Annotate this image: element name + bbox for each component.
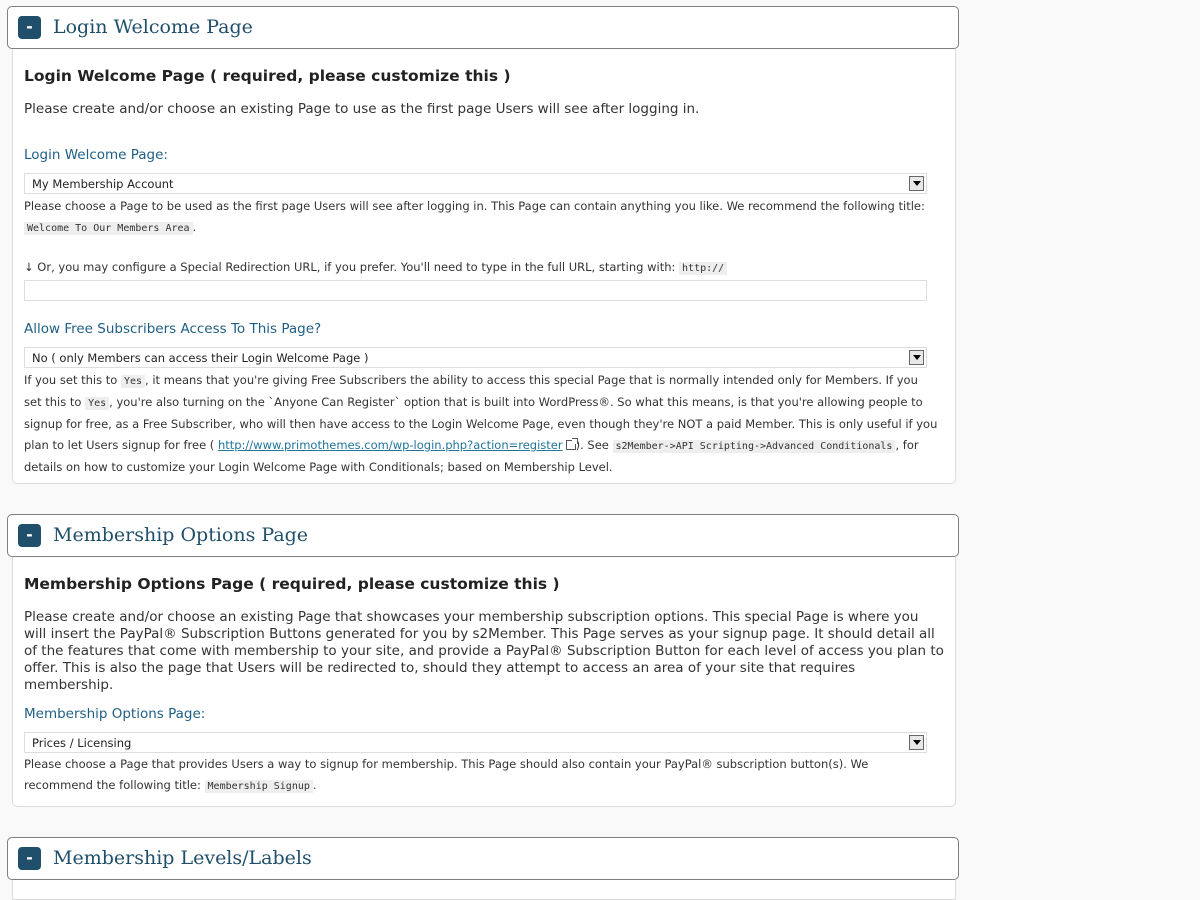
membership-options-panel: Membership Options Page ( required, plea… bbox=[12, 557, 956, 807]
free-subscribers-description: If you set this to Yes, it means that yo… bbox=[24, 373, 938, 474]
login-welcome-section-header[interactable]: - Login Welcome Page bbox=[7, 6, 959, 49]
field-label-free-subscribers: Allow Free Subscribers Access To This Pa… bbox=[24, 321, 322, 337]
select-value: Prices / Licensing bbox=[32, 736, 132, 750]
collapse-toggle-icon[interactable]: - bbox=[18, 847, 41, 870]
redirection-url-input[interactable] bbox=[24, 280, 927, 301]
membership-options-section-header[interactable]: - Membership Options Page bbox=[7, 514, 959, 557]
collapse-toggle-icon[interactable]: - bbox=[18, 16, 41, 39]
url-prefix-code: http:// bbox=[679, 262, 728, 275]
recommended-title-code: Welcome To Our Members Area bbox=[24, 222, 193, 235]
section-title: Membership Options Page bbox=[53, 524, 309, 546]
login-welcome-panel: Login Welcome Page ( required, please cu… bbox=[12, 49, 956, 484]
field-description: Please choose a Page to be used as the f… bbox=[24, 199, 925, 235]
select-value: No ( only Members can access their Login… bbox=[32, 351, 369, 365]
yes-code: Yes bbox=[85, 397, 110, 410]
redirect-url-description: ↓ Or, you may configure a Special Redire… bbox=[24, 257, 728, 279]
external-link-icon[interactable] bbox=[565, 438, 578, 450]
membership-options-page-select[interactable]: Prices / Licensing bbox=[24, 732, 927, 753]
membership-levels-panel bbox=[12, 880, 956, 900]
api-scripting-code: s2Member->API Scripting->Advanced Condit… bbox=[612, 440, 896, 453]
recommended-title-code: Membership Signup bbox=[204, 780, 313, 793]
free-subscribers-access-select[interactable]: No ( only Members can access their Login… bbox=[24, 347, 927, 368]
dropdown-arrow-icon[interactable] bbox=[909, 735, 924, 750]
yes-code: Yes bbox=[120, 375, 146, 388]
panel-intro: Please create and/or choose an existing … bbox=[24, 609, 944, 693]
field-description: Please choose a Page that provides Users… bbox=[24, 757, 869, 793]
panel-intro: Please create and/or choose an existing … bbox=[24, 101, 700, 117]
section-title: Login Welcome Page bbox=[53, 16, 253, 38]
section-title: Membership Levels/Labels bbox=[53, 847, 312, 869]
collapse-toggle-icon[interactable]: - bbox=[18, 524, 41, 547]
dropdown-arrow-icon[interactable] bbox=[909, 176, 924, 191]
register-link[interactable]: http://www.primothemes.com/wp-login.php?… bbox=[218, 438, 563, 452]
field-label-membership-options-page: Membership Options Page: bbox=[24, 706, 206, 722]
field-label-login-welcome-page: Login Welcome Page: bbox=[24, 147, 168, 163]
panel-heading: Login Welcome Page ( required, please cu… bbox=[24, 67, 511, 85]
membership-levels-section-header[interactable]: - Membership Levels/Labels bbox=[7, 837, 959, 880]
login-welcome-page-select[interactable]: My Membership Account bbox=[24, 173, 927, 194]
select-value: My Membership Account bbox=[32, 177, 174, 191]
dropdown-arrow-icon[interactable] bbox=[909, 350, 924, 365]
panel-heading: Membership Options Page ( required, plea… bbox=[24, 575, 560, 593]
